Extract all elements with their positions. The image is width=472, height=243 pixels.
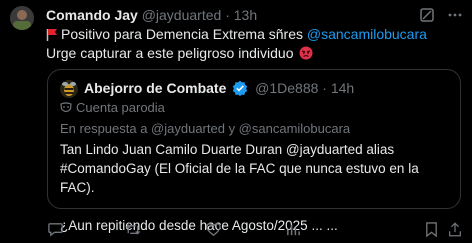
mask-icon bbox=[60, 102, 72, 118]
mention-link[interactable]: @sancamilobucara bbox=[307, 26, 427, 42]
reply-icon[interactable] bbox=[46, 220, 64, 238]
tweet-line-1-text: Positivo para Demencia Extrema sñres bbox=[61, 26, 307, 42]
views-icon[interactable] bbox=[284, 220, 302, 238]
quote-handle[interactable]: @1De888 bbox=[255, 80, 318, 96]
quoted-tweet[interactable]: Abejorro de Combate @1De888 · 14h Cuenta… bbox=[47, 69, 461, 233]
tweet[interactable]: Comando Jay @jayduarted · 13h Positivo p… bbox=[0, 0, 472, 243]
reply-context: En respuesta a @jayduarted y @sancamilob… bbox=[60, 121, 351, 136]
avatar[interactable] bbox=[10, 6, 34, 30]
tweet-line-2: Urge capturar a este peligroso individuo bbox=[46, 45, 458, 64]
tweet-text: Positivo para Demencia Extrema sñres @sa… bbox=[46, 26, 458, 64]
tweet-line-2-text: Urge capturar a este peligroso individuo bbox=[46, 45, 294, 61]
header-actions bbox=[418, 4, 464, 26]
retweet-icon[interactable] bbox=[124, 220, 142, 238]
more-icon[interactable] bbox=[446, 6, 464, 24]
bookmark-icon[interactable] bbox=[422, 220, 440, 238]
tweet-header: Comando Jay @jayduarted · 13h bbox=[46, 4, 464, 26]
separator-dot: · bbox=[225, 7, 230, 23]
grok-icon[interactable] bbox=[418, 6, 436, 24]
action-bar bbox=[46, 218, 464, 240]
share-icon[interactable] bbox=[446, 220, 464, 238]
quote-avatar[interactable] bbox=[60, 80, 78, 98]
like-icon[interactable] bbox=[204, 220, 222, 238]
quote-body-paragraph-1: Tan Lindo Juan Camilo Duarte Duran @jayd… bbox=[60, 142, 419, 195]
tweet-line-1: Positivo para Demencia Extrema sñres @sa… bbox=[46, 26, 458, 45]
verified-icon[interactable] bbox=[232, 80, 248, 101]
quote-body-spacer bbox=[60, 197, 450, 216]
angry-face-icon bbox=[299, 46, 313, 64]
timestamp[interactable]: 13h bbox=[234, 7, 257, 23]
quote-header: Abejorro de Combate @1De888 · 14h bbox=[84, 78, 354, 101]
parody-label: Cuenta parodia bbox=[60, 100, 165, 118]
quote-author-name[interactable]: Abejorro de Combate bbox=[84, 80, 226, 96]
flag-icon bbox=[46, 28, 58, 45]
quote-timestamp[interactable]: 14h bbox=[331, 80, 354, 96]
parody-label-text: Cuenta parodia bbox=[76, 100, 165, 115]
author-name[interactable]: Comando Jay bbox=[46, 7, 138, 23]
quote-separator-dot: · bbox=[322, 80, 327, 96]
author-handle[interactable]: @jayduarted bbox=[142, 7, 222, 23]
